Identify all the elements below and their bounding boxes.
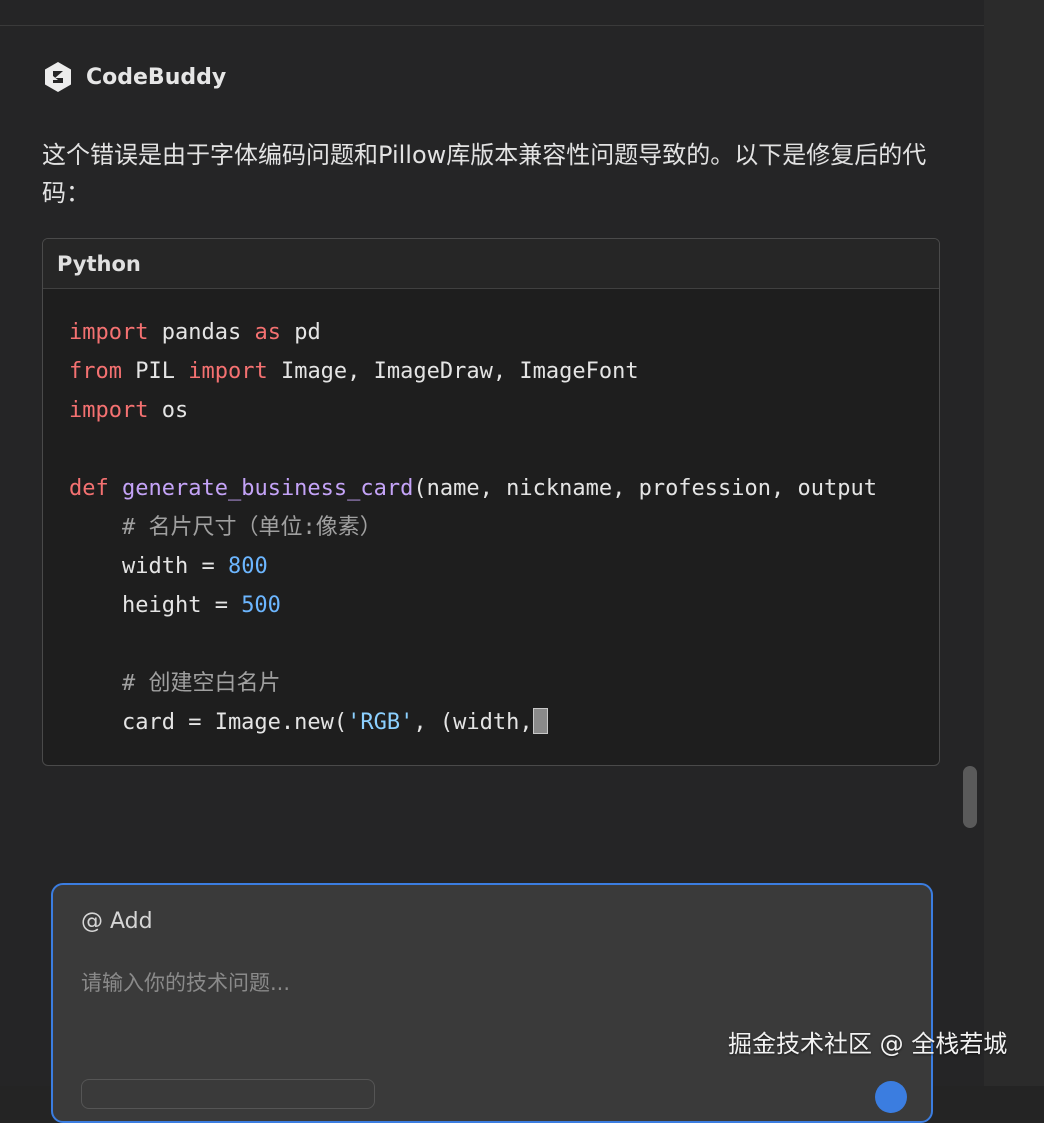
code-token: pandas — [148, 320, 255, 345]
code-token: height = — [69, 593, 242, 618]
code-line: import pandas as pd — [69, 313, 939, 352]
code-line: card = Image.new('RGB', (width, — [69, 703, 939, 742]
code-line: height = 500 — [69, 586, 939, 625]
code-token: import — [69, 320, 149, 345]
code-token: 500 — [241, 593, 281, 618]
code-token: pd — [280, 320, 321, 345]
code-header: Python — [43, 239, 939, 289]
code-token: def — [69, 476, 109, 501]
code-block: Python import pandas as pd from PIL impor… — [42, 238, 940, 766]
code-token: import — [69, 398, 149, 423]
top-divider — [0, 25, 984, 26]
code-token: # 名片尺寸（单位:像素） — [121, 515, 382, 540]
assistant-name: CodeBuddy — [86, 64, 227, 90]
code-token: card = Image.new( — [69, 710, 348, 735]
scrollbar-thumb[interactable] — [963, 766, 977, 828]
codebuddy-logo-icon — [45, 62, 71, 92]
code-token: 800 — [227, 554, 268, 579]
code-line: # 创建空白名片 — [69, 664, 939, 703]
chat-input-box: @ Add — [51, 883, 933, 1123]
streaming-cursor — [532, 708, 548, 734]
add-context-button[interactable]: @ Add — [81, 909, 153, 934]
assistant-header: CodeBuddy — [42, 60, 226, 94]
watermark: 掘金技术社区 @ 全栈若城 — [728, 1030, 1008, 1058]
code-line: width = 800 — [69, 547, 939, 586]
code-token: PIL — [121, 359, 189, 384]
code-token: width = — [69, 554, 228, 579]
code-language-label: Python — [57, 251, 141, 276]
code-line: from PIL import Image, ImageDraw, ImageF… — [69, 352, 939, 391]
mode-selector[interactable] — [81, 1079, 375, 1109]
code-content: import pandas as pd from PIL import Image… — [69, 313, 939, 742]
code-token: import — [188, 359, 268, 384]
code-line: # 名片尺寸（单位:像素） — [69, 508, 939, 547]
code-line: def generate_business_card(name, nicknam… — [69, 469, 939, 508]
question-input[interactable] — [81, 963, 901, 1003]
code-token: from — [69, 359, 122, 384]
code-token: , (width, — [413, 710, 533, 735]
assistant-message: 这个错误是由于字体编码问题和Pillow库版本兼容性问题导致的。以下是修复后的代… — [42, 141, 927, 207]
code-token: # 创建空白名片 — [121, 671, 281, 696]
code-line: import os — [69, 391, 939, 430]
side-strip — [984, 0, 1044, 1086]
code-token: 'RGB' — [347, 710, 414, 735]
code-token: (name, nickname, profession, output — [413, 476, 877, 501]
code-token: Image, ImageDraw, ImageFont — [267, 359, 639, 384]
code-token: as — [254, 320, 281, 345]
code-token: generate_business_card — [122, 476, 414, 501]
code-token: os — [148, 398, 189, 423]
